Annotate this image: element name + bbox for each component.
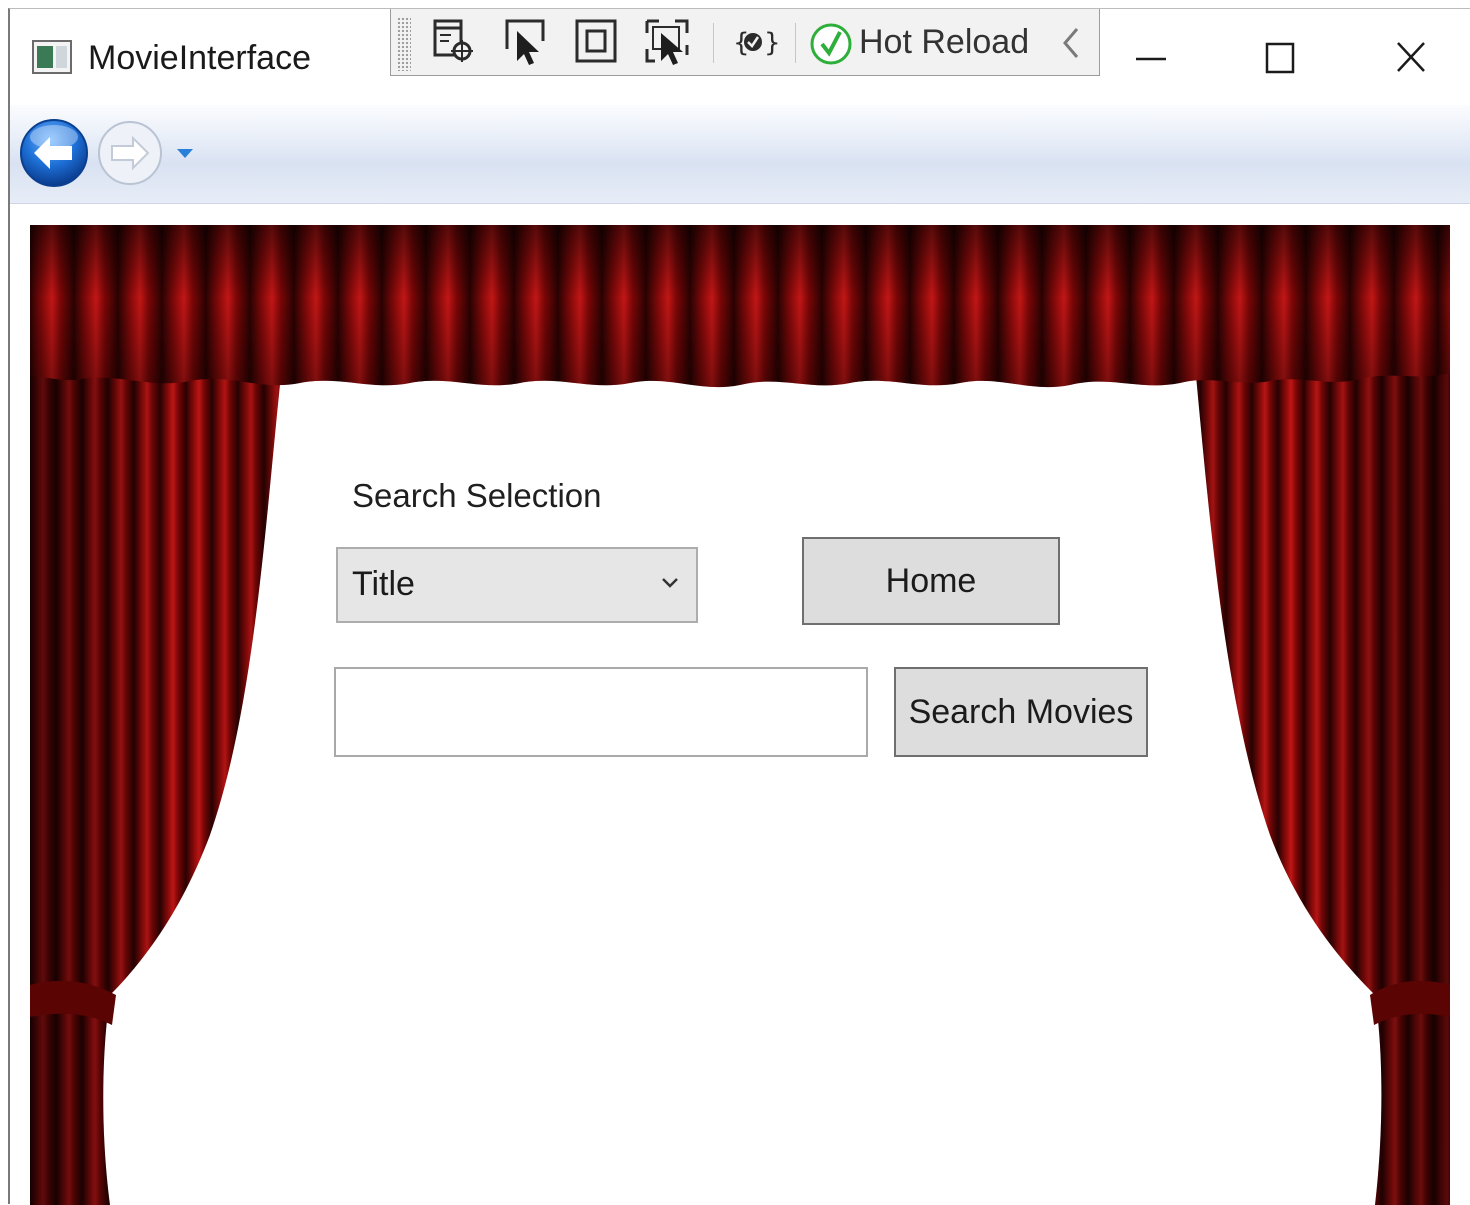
hot-reload-label[interactable]: Hot Reload <box>859 23 1029 62</box>
app-icon <box>32 40 72 74</box>
track-focus-icon[interactable] <box>641 15 693 69</box>
search-movies-button[interactable]: Search Movies <box>894 667 1148 757</box>
select-element-icon[interactable] <box>501 15 553 69</box>
close-icon <box>1397 42 1425 72</box>
back-arrow-icon[interactable] <box>18 117 90 189</box>
maximize-button[interactable] <box>1220 23 1340 93</box>
search-selection-value: Title <box>352 565 415 603</box>
chevron-down-icon <box>662 578 678 588</box>
app-window: MovieInterface {} Hot Reload Search Sel… <box>8 8 1470 1205</box>
search-selection-label: Search Selection <box>352 477 602 514</box>
page-content: Search Selection Title Home Search Movie… <box>30 225 1450 1205</box>
window-title: MovieInterface <box>88 39 311 77</box>
collapse-toolbar-chevron-icon[interactable] <box>1059 23 1083 63</box>
toolbar-separator <box>713 23 714 63</box>
forward-arrow-icon[interactable] <box>96 119 164 187</box>
dev-toolbar: { } Hot Reload <box>390 9 1100 76</box>
home-button[interactable]: Home <box>802 537 1060 625</box>
search-input[interactable] <box>334 667 868 757</box>
maximize-icon <box>1265 42 1295 74</box>
title-bar: MovieInterface {} Hot Reload <box>10 9 1470 105</box>
search-selection-dropdown[interactable]: Title <box>336 547 698 623</box>
hot-reload-check-icon[interactable] <box>809 17 853 67</box>
close-button[interactable] <box>1350 23 1470 93</box>
navigation-bar <box>10 105 1470 204</box>
minimize-icon <box>1136 57 1166 61</box>
minimize-button[interactable] <box>1092 23 1212 93</box>
svg-text:}: } <box>764 28 779 58</box>
navigation-history-dropdown-icon[interactable] <box>174 145 196 161</box>
go-to-live-visual-tree-icon[interactable] <box>429 15 481 69</box>
display-layout-adorners-icon[interactable] <box>571 15 623 69</box>
toolbar-separator <box>795 23 796 63</box>
binding-failures-icon[interactable]: { } <box>727 15 781 69</box>
toolbar-grip-handle[interactable] <box>397 17 411 71</box>
